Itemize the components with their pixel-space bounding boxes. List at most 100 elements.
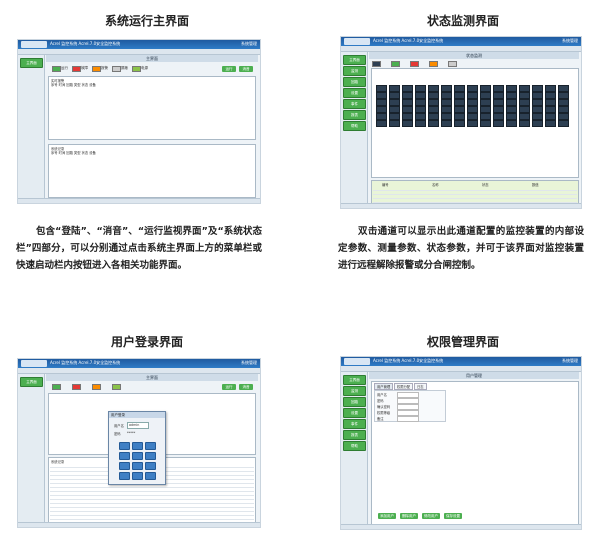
channel-node[interactable] <box>545 85 556 92</box>
channel-node[interactable] <box>532 113 543 120</box>
channel-node[interactable] <box>376 92 387 99</box>
channel-node[interactable] <box>454 85 465 92</box>
channel-node[interactable] <box>493 99 504 106</box>
subtab-log[interactable]: 日志 <box>414 383 427 390</box>
channel-node[interactable] <box>467 120 478 127</box>
subtab-permissions[interactable]: 权限分配 <box>394 383 414 390</box>
channel-node[interactable] <box>545 106 556 113</box>
channel-node[interactable] <box>558 85 569 92</box>
channel-node[interactable] <box>415 113 426 120</box>
keypad-key[interactable] <box>145 452 156 460</box>
channel-node[interactable] <box>545 99 556 106</box>
sidebar-item-help[interactable]: 帮助 <box>343 441 366 451</box>
sidebar-item-loop[interactable]: 回路 <box>343 397 366 407</box>
channel-node[interactable] <box>441 120 452 127</box>
channel-node[interactable] <box>493 92 504 99</box>
channel-node[interactable] <box>519 85 530 92</box>
channel-node[interactable] <box>389 106 400 113</box>
add-user-button[interactable]: 添加用户 <box>378 513 396 519</box>
keypad-key[interactable] <box>132 462 143 470</box>
channel-node[interactable] <box>441 92 452 99</box>
channel-node[interactable] <box>376 99 387 106</box>
channel-node[interactable] <box>506 85 517 92</box>
channel-node[interactable] <box>558 106 569 113</box>
channel-node[interactable] <box>428 99 439 106</box>
channel-node[interactable] <box>545 113 556 120</box>
sidebar-item-main[interactable]: 主界面 <box>20 377 43 387</box>
channel-node[interactable] <box>428 120 439 127</box>
channel-node[interactable] <box>467 99 478 106</box>
channel-node[interactable] <box>454 120 465 127</box>
channel-node[interactable] <box>402 113 413 120</box>
channel-node[interactable] <box>467 106 478 113</box>
channel-node[interactable] <box>480 113 491 120</box>
keypad-key[interactable] <box>119 472 130 480</box>
keypad-key[interactable] <box>119 462 130 470</box>
channel-node[interactable] <box>506 113 517 120</box>
channel-node[interactable] <box>493 106 504 113</box>
edit-user-button[interactable]: 修改用户 <box>422 513 440 519</box>
keypad-key[interactable] <box>145 462 156 470</box>
channel-node[interactable] <box>480 92 491 99</box>
channel-node[interactable] <box>402 106 413 113</box>
channel-node[interactable] <box>532 120 543 127</box>
channel-node[interactable] <box>532 106 543 113</box>
channel-node[interactable] <box>493 85 504 92</box>
channel-node[interactable] <box>389 120 400 127</box>
channel-node[interactable] <box>506 106 517 113</box>
channel-node[interactable] <box>467 92 478 99</box>
channel-node[interactable] <box>532 99 543 106</box>
subtab-users[interactable]: 用户管理 <box>374 383 394 390</box>
channel-node[interactable] <box>415 92 426 99</box>
channel-node[interactable] <box>441 99 452 106</box>
sidebar-item-main[interactable]: 主界面 <box>343 55 366 65</box>
channel-node[interactable] <box>402 85 413 92</box>
channel-node[interactable] <box>415 99 426 106</box>
sidebar-item-settings[interactable]: 设置 <box>343 408 366 418</box>
channel-node[interactable] <box>454 99 465 106</box>
channel-node[interactable] <box>480 85 491 92</box>
channel-node[interactable] <box>558 99 569 106</box>
channel-node[interactable] <box>428 92 439 99</box>
channel-node[interactable] <box>441 113 452 120</box>
channel-node[interactable] <box>389 113 400 120</box>
channel-node[interactable] <box>506 92 517 99</box>
username-field[interactable]: admin <box>127 422 149 429</box>
channel-node[interactable] <box>493 113 504 120</box>
mute-button[interactable]: 消音 <box>239 66 253 72</box>
channel-node[interactable] <box>376 113 387 120</box>
channel-node[interactable] <box>558 92 569 99</box>
tab-main[interactable]: 主界面 <box>46 55 258 62</box>
channel-node[interactable] <box>545 92 556 99</box>
keypad-key[interactable] <box>119 442 130 450</box>
run-button[interactable]: 运行 <box>222 384 236 390</box>
sidebar-item-help[interactable]: 帮助 <box>343 121 366 131</box>
channel-node[interactable] <box>428 85 439 92</box>
channel-node[interactable] <box>428 106 439 113</box>
channel-node[interactable] <box>415 106 426 113</box>
channel-node[interactable] <box>532 85 543 92</box>
channel-node[interactable] <box>454 113 465 120</box>
channel-node[interactable] <box>519 106 530 113</box>
channel-node[interactable] <box>389 85 400 92</box>
sidebar-item-loop[interactable]: 回路 <box>343 77 366 87</box>
channel-node[interactable] <box>454 106 465 113</box>
list-item[interactable] <box>50 516 254 520</box>
channel-node[interactable] <box>415 120 426 127</box>
mute-button[interactable]: 消音 <box>239 384 253 390</box>
channel-node[interactable] <box>402 92 413 99</box>
keypad-key[interactable] <box>132 452 143 460</box>
sidebar-item-monitor[interactable]: 监测 <box>343 386 366 396</box>
keypad-key[interactable] <box>132 442 143 450</box>
channel-node[interactable] <box>480 99 491 106</box>
keypad-key[interactable] <box>119 452 130 460</box>
channel-node[interactable] <box>402 99 413 106</box>
channel-node[interactable] <box>532 92 543 99</box>
sidebar-item-main[interactable]: 主界面 <box>343 375 366 385</box>
sidebar-item-reports[interactable]: 报表 <box>343 110 366 120</box>
sidebar-item-settings[interactable]: 设置 <box>343 88 366 98</box>
channel-node[interactable] <box>402 120 413 127</box>
channel-node[interactable] <box>480 106 491 113</box>
channel-node[interactable] <box>493 120 504 127</box>
channel-node[interactable] <box>376 106 387 113</box>
